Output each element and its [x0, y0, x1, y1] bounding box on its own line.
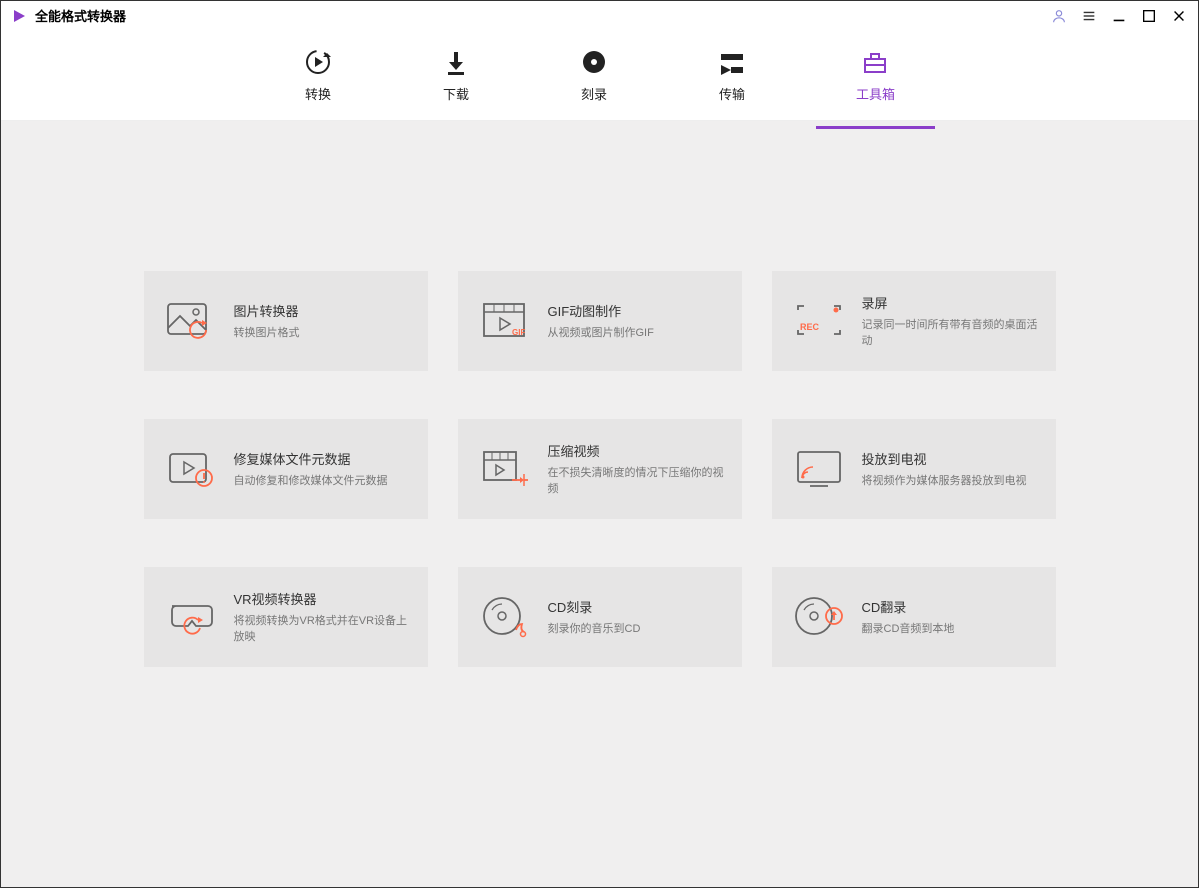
card-text: GIF动图制作 从视频或图片制作GIF — [548, 301, 724, 341]
card-desc: 转换图片格式 — [234, 326, 410, 341]
menu-icon[interactable] — [1080, 7, 1098, 25]
tool-vr-converter[interactable]: VR视频转换器 将视频转换为VR格式并在VR设备上放映 — [144, 567, 428, 667]
nav-burn[interactable]: 刻录 — [560, 38, 628, 113]
card-text: 投放到电视 将视频作为媒体服务器投放到电视 — [862, 449, 1038, 489]
card-desc: 从视频或图片制作GIF — [548, 326, 724, 341]
nav-label: 传输 — [719, 84, 745, 103]
burn-icon — [580, 48, 608, 76]
card-text: 图片转换器 转换图片格式 — [234, 301, 410, 341]
card-desc: 在不损失清晰度的情况下压缩你的视频 — [548, 466, 724, 497]
card-text: CD刻录 刻录你的音乐到CD — [548, 597, 724, 637]
svg-text:GIF: GIF — [512, 328, 525, 337]
card-desc: 将视频转换为VR格式并在VR设备上放映 — [234, 614, 410, 645]
download-icon — [442, 48, 470, 76]
cd-burn-icon — [476, 588, 534, 646]
image-converter-icon — [162, 292, 220, 350]
card-title: CD刻录 — [548, 597, 724, 616]
nav-label: 工具箱 — [856, 84, 895, 103]
tool-image-converter[interactable]: 图片转换器 转换图片格式 — [144, 271, 428, 371]
nav-download[interactable]: 下载 — [422, 38, 490, 113]
toolbox-icon — [861, 48, 889, 76]
card-desc: 刻录你的音乐到CD — [548, 622, 724, 637]
card-title: 修复媒体文件元数据 — [234, 449, 410, 468]
maximize-button[interactable] — [1140, 7, 1158, 25]
nav-label: 转换 — [305, 84, 331, 103]
card-title: GIF动图制作 — [548, 301, 724, 320]
user-icon[interactable] — [1050, 7, 1068, 25]
card-text: 压缩视频 在不损失清晰度的情况下压缩你的视频 — [548, 441, 724, 497]
card-title: 压缩视频 — [548, 441, 724, 460]
card-title: 录屏 — [862, 293, 1038, 312]
card-desc: 自动修复和修改媒体文件元数据 — [234, 474, 410, 489]
cd-rip-icon — [790, 588, 848, 646]
tool-fix-metadata[interactable]: 修复媒体文件元数据 自动修复和修改媒体文件元数据 — [144, 419, 428, 519]
tool-cd-rip[interactable]: CD翻录 翻录CD音频到本地 — [772, 567, 1056, 667]
tool-cd-burn[interactable]: CD刻录 刻录你的音乐到CD — [458, 567, 742, 667]
nav-label: 下载 — [443, 84, 469, 103]
nav-label: 刻录 — [581, 84, 607, 103]
tool-compress-video[interactable]: 压缩视频 在不损失清晰度的情况下压缩你的视频 — [458, 419, 742, 519]
window-controls — [1050, 1, 1188, 31]
cast-tv-icon — [790, 440, 848, 498]
tool-cast-tv[interactable]: 投放到电视 将视频作为媒体服务器投放到电视 — [772, 419, 1056, 519]
main-content: 图片转换器 转换图片格式 GIF GIF动图制作 从视频或图片制作GIF — [1, 121, 1198, 887]
tool-gif-maker[interactable]: GIF GIF动图制作 从视频或图片制作GIF — [458, 271, 742, 371]
tool-screen-recorder[interactable]: REC 录屏 记录同一时间所有带有音频的桌面活动 — [772, 271, 1056, 371]
gif-maker-icon: GIF — [476, 292, 534, 350]
nav-toolbox[interactable]: 工具箱 — [836, 38, 915, 113]
close-button[interactable] — [1170, 7, 1188, 25]
card-desc: 翻录CD音频到本地 — [862, 622, 1038, 637]
card-title: VR视频转换器 — [234, 589, 410, 608]
card-text: VR视频转换器 将视频转换为VR格式并在VR设备上放映 — [234, 589, 410, 645]
fix-metadata-icon — [162, 440, 220, 498]
compress-video-icon — [476, 440, 534, 498]
card-text: 录屏 记录同一时间所有带有音频的桌面活动 — [862, 293, 1038, 349]
card-desc: 将视频作为媒体服务器投放到电视 — [862, 474, 1038, 489]
vr-converter-icon — [162, 588, 220, 646]
card-text: CD翻录 翻录CD音频到本地 — [862, 597, 1038, 637]
minimize-button[interactable] — [1110, 7, 1128, 25]
card-desc: 记录同一时间所有带有音频的桌面活动 — [862, 318, 1038, 349]
svg-text:REC: REC — [800, 322, 820, 332]
app-window: 全能格式转换器 转换 — [0, 0, 1199, 888]
app-logo-icon — [11, 8, 27, 24]
screen-recorder-icon: REC — [790, 292, 848, 350]
card-title: 图片转换器 — [234, 301, 410, 320]
main-nav: 转换 下载 刻录 传输 — [1, 31, 1198, 121]
titlebar: 全能格式转换器 — [1, 1, 1198, 31]
nav-convert[interactable]: 转换 — [284, 38, 352, 113]
card-title: CD翻录 — [862, 597, 1038, 616]
nav-transfer[interactable]: 传输 — [698, 38, 766, 113]
convert-icon — [304, 48, 332, 76]
card-text: 修复媒体文件元数据 自动修复和修改媒体文件元数据 — [234, 449, 410, 489]
transfer-icon — [718, 48, 746, 76]
app-title: 全能格式转换器 — [35, 6, 126, 25]
tools-grid: 图片转换器 转换图片格式 GIF GIF动图制作 从视频或图片制作GIF — [1, 271, 1198, 667]
card-title: 投放到电视 — [862, 449, 1038, 468]
